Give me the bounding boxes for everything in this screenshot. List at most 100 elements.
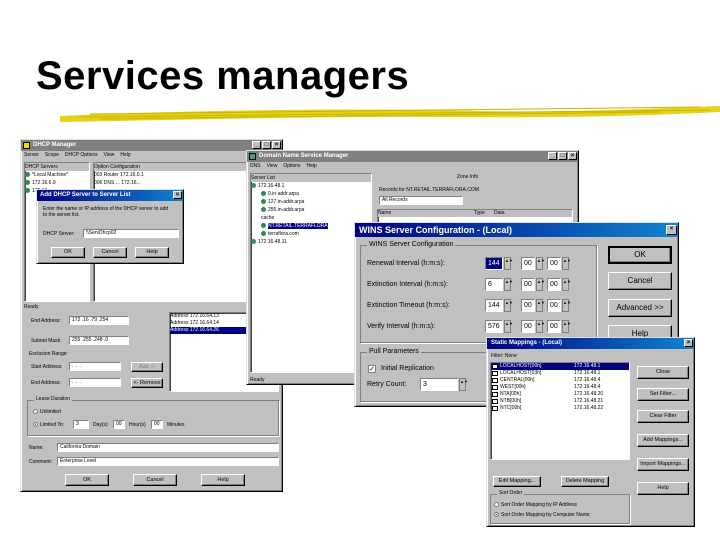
spinner-icon[interactable]: ▲▼ <box>536 278 545 291</box>
tree-item[interactable]: *Local Machine* <box>25 171 89 179</box>
spinner-icon[interactable]: ▲▼ <box>536 299 545 312</box>
close-icon[interactable]: × <box>684 339 693 347</box>
add-exclusion-button[interactable]: Add -> <box>131 362 163 372</box>
limited-radio[interactable]: Limited To: <box>33 422 64 428</box>
renewal-seconds[interactable]: 00 <box>547 257 561 270</box>
cancel-button[interactable]: Cancel <box>93 247 127 258</box>
advanced-button[interactable]: Advanced >> <box>608 299 672 317</box>
tree-item[interactable]: 172.16.48.1 <box>251 182 371 190</box>
maximize-icon[interactable]: □ <box>262 141 271 149</box>
ok-button[interactable]: OK <box>51 247 85 258</box>
sort-by-ip-radio[interactable]: Sort Order Mapping by IP Address <box>494 502 577 509</box>
menu-scope[interactable]: Scope <box>45 152 59 158</box>
sort-by-name-radio[interactable]: Sort Order Mapping by Computer Name <box>494 512 590 519</box>
spinner-icon[interactable]: ▲▼ <box>536 257 545 270</box>
spinner-icon[interactable]: ▲▼ <box>562 299 571 312</box>
menu-view[interactable]: View <box>104 152 115 158</box>
retry-count-field[interactable]: 3 <box>420 378 458 391</box>
records-filter-select[interactable]: All Records <box>379 196 463 205</box>
tree-item[interactable]: 255.in-addr.arpa <box>251 206 371 214</box>
set-filter-button[interactable]: Set Filter... <box>637 388 689 401</box>
close-icon[interactable]: × <box>272 141 281 149</box>
unlimited-radio[interactable]: Unlimited <box>33 409 61 415</box>
end-address-field[interactable]: 172 .16 .79 .254 <box>69 316 129 325</box>
tree-item[interactable]: 0.in-addr.arpa <box>251 190 371 198</box>
mapping-row-selected[interactable]: LOCALHOST[00h] 172.16.48.1 <box>491 363 629 370</box>
col-type[interactable]: Type <box>474 210 494 217</box>
help-button[interactable]: Help <box>201 474 245 486</box>
minimize-icon[interactable]: _ <box>252 141 261 149</box>
menu-help[interactable]: Help <box>307 163 317 169</box>
edit-mapping-button[interactable]: Edit Mapping... <box>493 476 541 487</box>
import-mappings-button[interactable]: Import Mappings... <box>637 458 689 471</box>
verify-hours[interactable]: 576 <box>485 320 503 333</box>
hours-field[interactable]: 00 <box>113 420 125 429</box>
maximize-icon[interactable]: □ <box>558 152 567 160</box>
mapping-row[interactable]: LOCALHOST[03h] 172.16.48.1 <box>491 370 629 377</box>
tree-item[interactable]: terraflora.com <box>251 230 371 238</box>
delete-mapping-button[interactable]: Delete Mapping <box>561 476 609 487</box>
col-name[interactable]: Name <box>378 210 474 217</box>
spinner-icon[interactable]: ▲▼ <box>459 378 468 391</box>
tree-item[interactable]: cache <box>251 214 371 222</box>
tree-item-selected[interactable]: NT.RETAIL.TERRAFLORA <box>251 222 371 230</box>
minimize-icon[interactable]: _ <box>548 152 557 160</box>
spinner-icon[interactable]: ▲▼ <box>504 320 513 333</box>
tree-item[interactable]: 127.in-addr.arpa <box>251 198 371 206</box>
spinner-icon[interactable]: ▲▼ <box>504 257 513 270</box>
close-icon[interactable]: × <box>568 152 577 160</box>
extinction-minutes[interactable]: 00 <box>521 278 535 291</box>
spinner-icon[interactable]: ▲▼ <box>536 320 545 333</box>
menu-dns[interactable]: DNS <box>250 163 261 169</box>
name-field[interactable]: California Domain <box>57 443 279 452</box>
clear-filter-button[interactable]: Clear Filter <box>637 410 689 423</box>
mapping-row[interactable]: NTA[00h] 172.16.48.20 <box>491 391 629 398</box>
minutes-field[interactable]: 00 <box>151 420 163 429</box>
timeout-hours[interactable]: 144 <box>485 299 503 312</box>
initial-replication-checkbox[interactable]: ✓ <box>368 365 376 373</box>
days-field[interactable]: 3 <box>73 420 89 429</box>
timeout-minutes[interactable]: 00 <box>521 299 535 312</box>
menu-server[interactable]: Server <box>24 152 39 158</box>
ok-button[interactable]: OK <box>65 474 109 486</box>
remove-exclusion-button[interactable]: <- Remove <box>131 378 163 388</box>
verify-seconds[interactable]: 00 <box>547 320 561 333</box>
menu-options[interactable]: Options <box>283 163 300 169</box>
mappings-list[interactable]: LOCALHOST[00h] 172.16.48.1 LOCALHOST[03h] 1… <box>490 362 630 460</box>
exclusion-end-field[interactable]: . . . <box>69 378 121 387</box>
tree-item[interactable]: 172.16.48.11 <box>251 238 371 246</box>
ok-button[interactable]: OK <box>608 246 672 264</box>
menu-dhcp-options[interactable]: DHCP Options <box>65 152 98 158</box>
mapping-row[interactable]: NTC[00h] 172.16.48.22 <box>491 405 629 412</box>
extinction-seconds[interactable]: 00 <box>547 278 561 291</box>
comment-field[interactable]: Enterprise Level <box>57 457 279 466</box>
verify-minutes[interactable]: 00 <box>521 320 535 333</box>
close-icon[interactable]: × <box>173 191 182 199</box>
tree-item[interactable]: 172.16.6.9 <box>25 179 89 187</box>
subnet-field[interactable]: 255 .255 .248 .0 <box>69 336 129 345</box>
close-icon[interactable]: × <box>666 225 677 235</box>
mapping-row[interactable]: CENTRAL[00h] 172.16.48.4 <box>491 377 629 384</box>
mapping-row[interactable]: NTB[00h] 172.16.48.21 <box>491 398 629 405</box>
spinner-icon[interactable]: ▲▼ <box>562 320 571 333</box>
col-data[interactable]: Data <box>494 210 505 217</box>
extinction-hours[interactable]: 6 <box>485 278 503 291</box>
dhcp-server-field[interactable]: \\ServDhcp02 <box>83 229 179 238</box>
start-address-field[interactable]: . . . <box>69 362 121 371</box>
add-mappings-button[interactable]: Add Mappings... <box>637 434 689 447</box>
spinner-icon[interactable]: ▲▼ <box>562 257 571 270</box>
mapping-row[interactable]: WEST[00h] 172.16.48.4 <box>491 384 629 391</box>
spinner-icon[interactable]: ▲▼ <box>562 278 571 291</box>
cancel-button[interactable]: Cancel <box>608 272 672 290</box>
spinner-icon[interactable]: ▲▼ <box>504 299 513 312</box>
help-button[interactable]: Help <box>135 247 169 258</box>
menu-view[interactable]: View <box>267 163 278 169</box>
help-button[interactable]: Help <box>637 482 689 495</box>
renewal-hours[interactable]: 144 <box>485 257 503 270</box>
close-button[interactable]: Close <box>637 366 689 379</box>
timeout-seconds[interactable]: 00 <box>547 299 561 312</box>
cancel-button[interactable]: Cancel <box>133 474 177 486</box>
renewal-minutes[interactable]: 00 <box>521 257 535 270</box>
menu-help[interactable]: Help <box>120 152 130 158</box>
spinner-icon[interactable]: ▲▼ <box>504 278 513 291</box>
